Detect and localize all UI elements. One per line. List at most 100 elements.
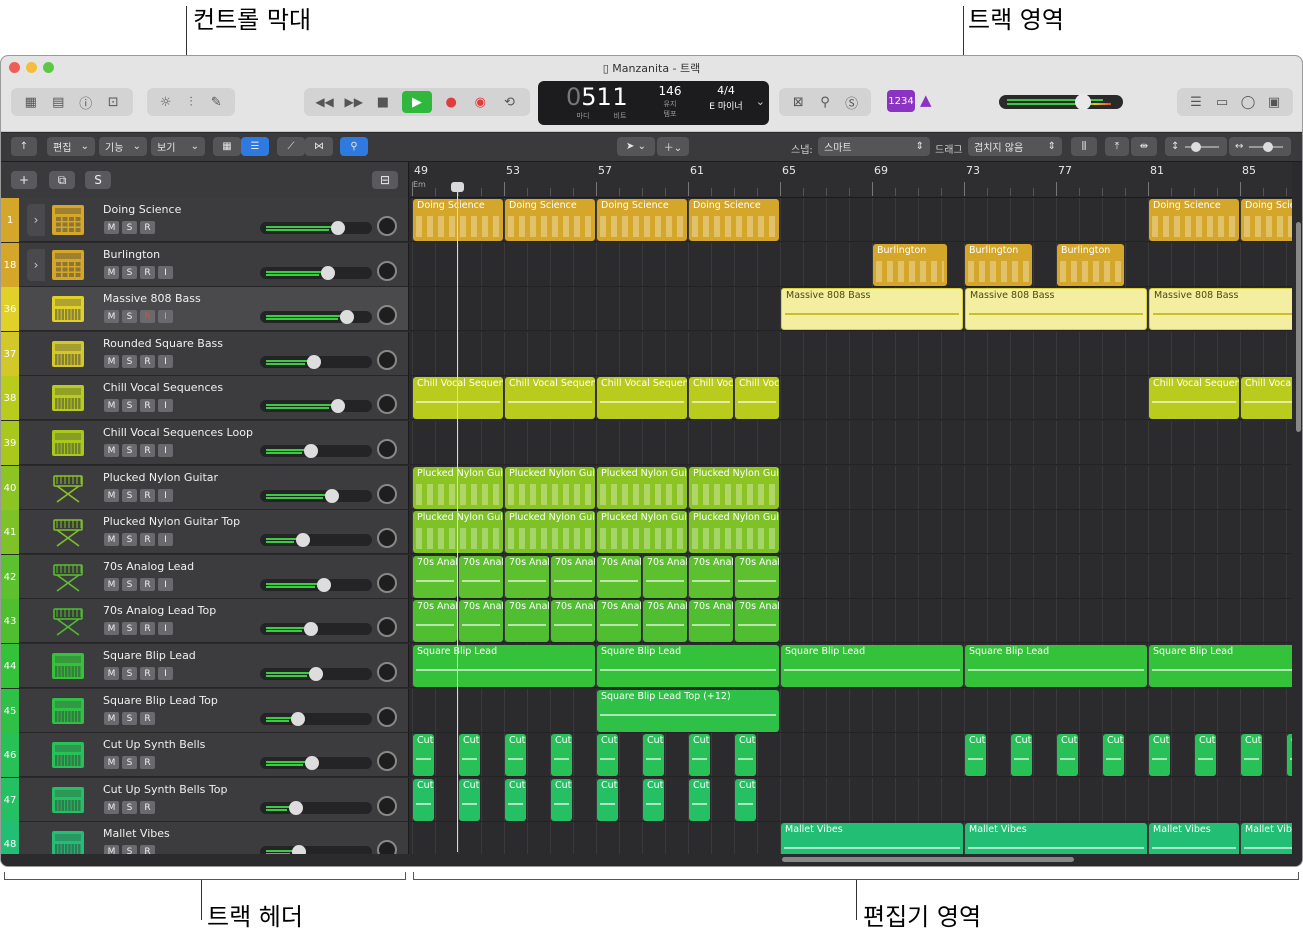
track-number[interactable]: 41 bbox=[1, 510, 19, 554]
solo-mode-icon[interactable]: Ⓢ bbox=[842, 92, 862, 112]
track-header[interactable]: 39 Chill Vocal Sequences Loop M S R I bbox=[1, 421, 409, 465]
horizontal-zoom-knob[interactable] bbox=[1263, 141, 1274, 152]
pan-knob[interactable] bbox=[377, 796, 397, 816]
mute-button[interactable]: M bbox=[104, 399, 119, 412]
region[interactable]: 70s Anal bbox=[643, 556, 687, 598]
track-number[interactable]: 18 bbox=[1, 243, 19, 287]
track-instrument-icon[interactable] bbox=[51, 382, 85, 414]
pan-knob[interactable] bbox=[377, 528, 397, 548]
pan-knob[interactable] bbox=[377, 261, 397, 281]
region[interactable]: Cut bbox=[689, 779, 710, 821]
record-enable-button[interactable]: R bbox=[140, 310, 155, 323]
toolbar-icon[interactable]: ⊡ bbox=[103, 92, 123, 112]
region[interactable]: 70s Anal bbox=[597, 600, 641, 642]
loop-browser-icon[interactable]: ◯ bbox=[1238, 92, 1258, 112]
track-number[interactable]: 36 bbox=[1, 287, 19, 331]
region[interactable]: Massive 808 Bass bbox=[1149, 288, 1292, 330]
region[interactable]: 70s Anal bbox=[643, 600, 687, 642]
playhead[interactable] bbox=[457, 188, 458, 852]
region[interactable]: 70s Anal bbox=[689, 556, 733, 598]
solo-button[interactable]: S bbox=[122, 756, 137, 769]
track-instrument-icon[interactable] bbox=[51, 650, 85, 682]
region[interactable]: Plucked Nylon Guit bbox=[597, 467, 687, 509]
horizontal-fit-button[interactable]: ⇹ bbox=[1131, 137, 1157, 156]
volume-fader[interactable] bbox=[260, 578, 372, 592]
volume-fader-knob[interactable] bbox=[309, 667, 323, 681]
region[interactable]: Cut bbox=[597, 779, 618, 821]
track-lane[interactable] bbox=[410, 332, 1292, 376]
input-monitor-button[interactable]: I bbox=[158, 667, 173, 680]
region[interactable]: 70s Anal bbox=[413, 600, 457, 642]
vertical-scrollbar[interactable] bbox=[1293, 162, 1302, 854]
pan-knob[interactable] bbox=[377, 573, 397, 593]
volume-fader-knob[interactable] bbox=[296, 533, 310, 547]
region[interactable]: 70s Anal bbox=[551, 556, 595, 598]
region[interactable]: Square Blip Lead bbox=[965, 645, 1147, 687]
track-instrument-icon[interactable] bbox=[51, 784, 85, 816]
region[interactable]: Doing Science bbox=[1241, 199, 1292, 241]
region[interactable]: Massive 808 Bass bbox=[965, 288, 1147, 330]
volume-fader[interactable] bbox=[260, 489, 372, 503]
region[interactable]: Cut bbox=[1241, 734, 1262, 776]
track-name[interactable]: Doing Science bbox=[103, 203, 181, 216]
mute-button[interactable]: M bbox=[104, 221, 119, 234]
global-solo-button[interactable]: S bbox=[85, 171, 111, 189]
region[interactable]: Doing Science bbox=[597, 199, 687, 241]
track-number[interactable]: 39 bbox=[1, 421, 19, 465]
vertical-scroll-thumb[interactable] bbox=[1296, 222, 1301, 432]
track-number[interactable]: 40 bbox=[1, 466, 19, 510]
volume-fader[interactable] bbox=[260, 756, 372, 770]
mute-button[interactable]: M bbox=[104, 756, 119, 769]
region[interactable]: Cut bbox=[459, 734, 480, 776]
region[interactable]: Chill Vocal Sequen bbox=[413, 377, 503, 419]
region[interactable]: Cut bbox=[1287, 734, 1292, 776]
input-monitor-button[interactable]: I bbox=[158, 355, 173, 368]
track-header[interactable]: 18 › Burlington M S R I bbox=[1, 243, 409, 287]
help-icon[interactable]: ⓘ bbox=[76, 92, 96, 112]
region[interactable]: Cut bbox=[735, 734, 756, 776]
region[interactable]: Cut bbox=[1057, 734, 1078, 776]
functions-menu[interactable]: 기능 ⌄ bbox=[99, 137, 147, 156]
track-lane[interactable]: Square Blip Lead Top (+12) bbox=[410, 689, 1292, 733]
track-header[interactable]: 44 Square Blip Lead M S R I bbox=[1, 644, 409, 688]
track-lane[interactable]: Cut Cut Cut Cut Cut Cut Cut Cut Cut Cut Cut Cut Cut C… bbox=[410, 733, 1292, 777]
region[interactable]: Mallet Vibes bbox=[965, 823, 1147, 854]
mute-button[interactable]: M bbox=[104, 578, 119, 591]
track-instrument-icon[interactable] bbox=[51, 249, 85, 281]
lcd-chevron-down-icon[interactable]: ⌄ bbox=[756, 95, 765, 108]
flex-button[interactable]: ⋈ bbox=[305, 137, 333, 156]
volume-fader[interactable] bbox=[260, 801, 372, 815]
track-header[interactable]: 46 Cut Up Synth Bells M S R bbox=[1, 733, 409, 777]
timeline-ruler[interactable]: 49 53 57 61 65 69 73 77 81 85 Em bbox=[410, 162, 1292, 198]
disclosure-chevron-icon[interactable]: › bbox=[27, 249, 45, 281]
region[interactable]: Mallet Vibes bbox=[781, 823, 963, 854]
record-enable-button[interactable]: R bbox=[140, 712, 155, 725]
volume-fader[interactable] bbox=[260, 266, 372, 280]
input-monitor-button[interactable]: I bbox=[158, 399, 173, 412]
volume-fader[interactable] bbox=[260, 533, 372, 547]
cycle-icon[interactable]: ⟲ bbox=[499, 92, 519, 112]
track-lane[interactable]: 70s Anal 70s Anal 70s Anal 70s Anal 70s Anal… bbox=[410, 599, 1292, 643]
pan-knob[interactable] bbox=[377, 305, 397, 325]
waveform-zoom-button[interactable]: ⫼ bbox=[1071, 137, 1097, 156]
pencil-tool-menu[interactable]: ＋⌄ bbox=[657, 137, 689, 156]
pan-knob[interactable] bbox=[377, 840, 397, 854]
volume-fader-knob[interactable] bbox=[304, 444, 318, 458]
solo-button[interactable]: S bbox=[122, 845, 137, 854]
solo-button[interactable]: S bbox=[122, 667, 137, 680]
mute-button[interactable]: M bbox=[104, 533, 119, 546]
region[interactable]: Cut bbox=[413, 734, 434, 776]
view-menu[interactable]: 보기 ⌄ bbox=[151, 137, 205, 156]
solo-button[interactable]: S bbox=[122, 578, 137, 591]
input-monitor-button[interactable]: I bbox=[158, 533, 173, 546]
inspector-icon[interactable]: ▤ bbox=[48, 92, 68, 112]
region[interactable]: Mallet Vib bbox=[1241, 823, 1292, 854]
region[interactable]: Cut bbox=[965, 734, 986, 776]
track-name[interactable]: 70s Analog Lead bbox=[103, 560, 194, 573]
track-name[interactable]: Mallet Vibes bbox=[103, 827, 170, 840]
note-pad-icon[interactable]: ▭ bbox=[1212, 92, 1232, 112]
region[interactable]: Plucked Nylon Guit bbox=[597, 511, 687, 553]
list-view-button[interactable]: ☰ bbox=[241, 137, 269, 156]
region[interactable]: Cut bbox=[505, 734, 526, 776]
pan-knob[interactable] bbox=[377, 751, 397, 771]
